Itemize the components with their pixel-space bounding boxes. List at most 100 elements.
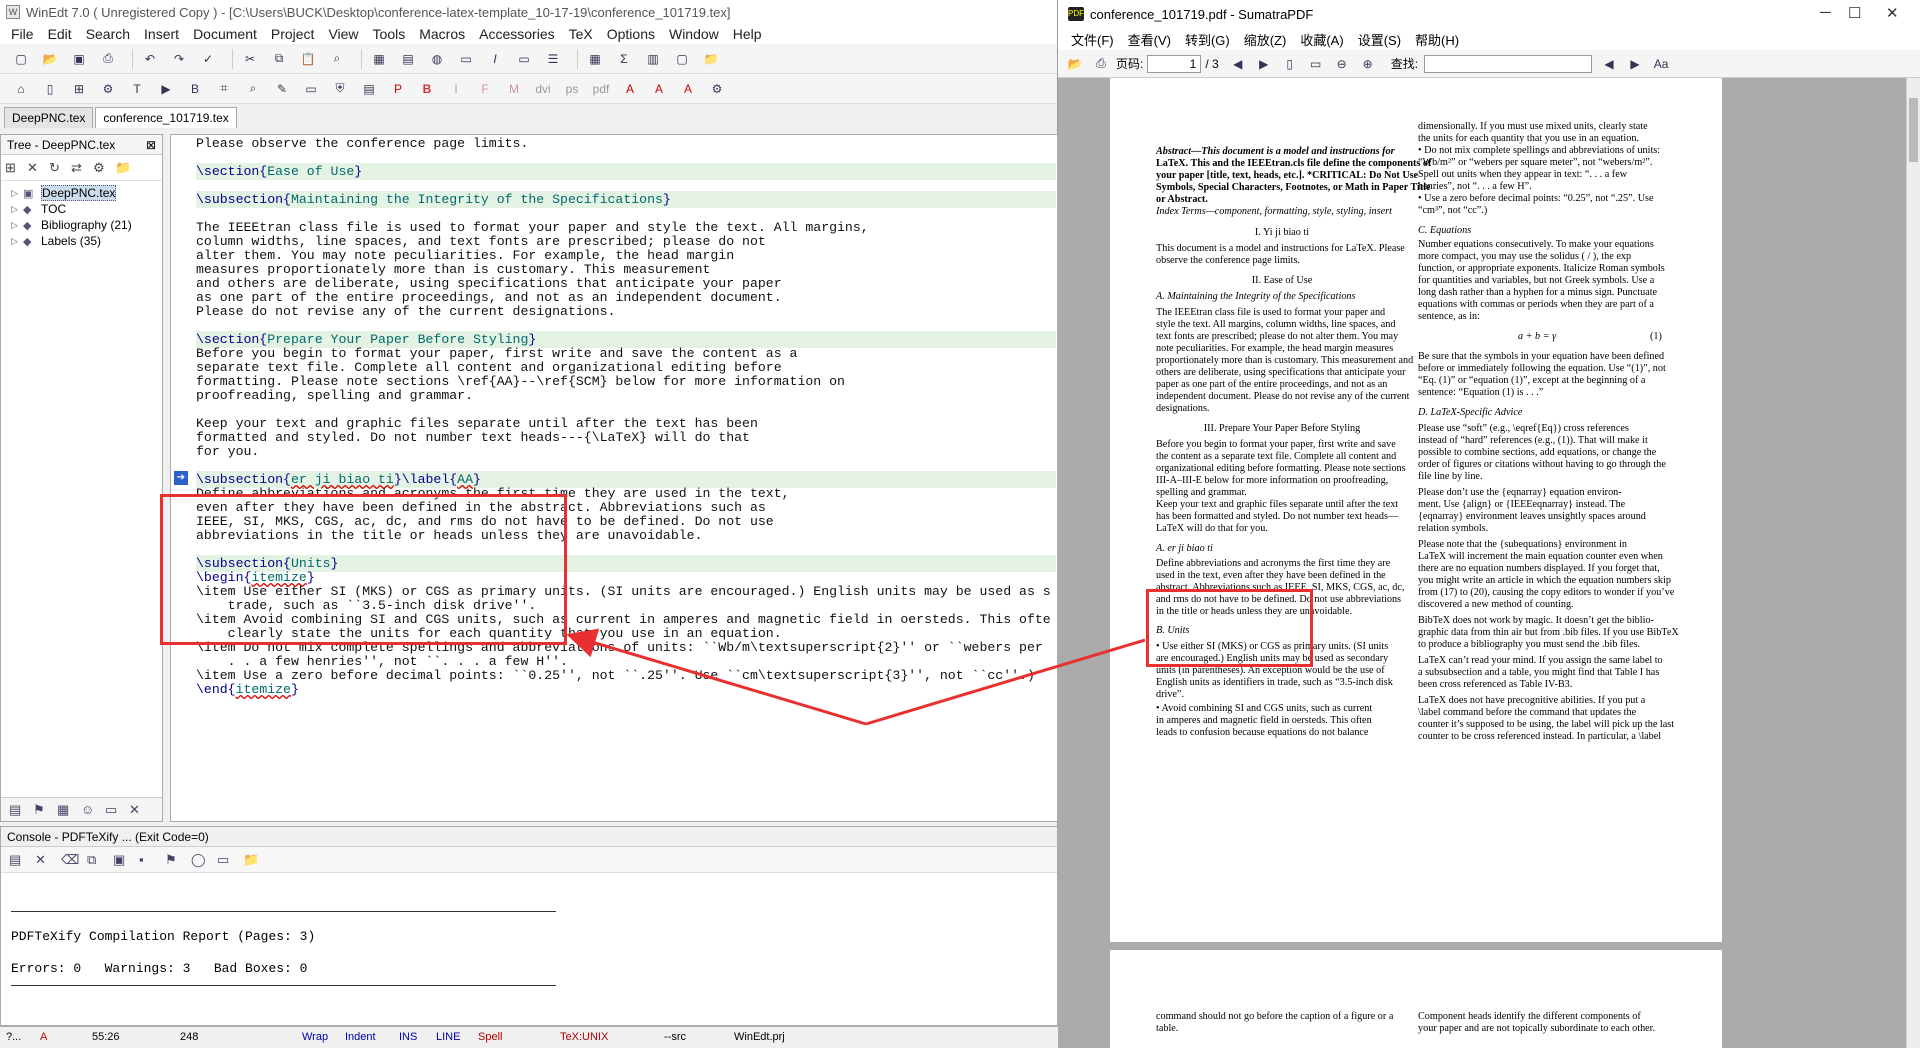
book-icon[interactable]: ▥	[642, 49, 664, 69]
monitor-icon[interactable]: ▭	[105, 802, 129, 818]
document-icon[interactable]: ▭	[455, 49, 477, 69]
tab-deeppnc[interactable]: DeepPNC.tex	[4, 107, 94, 128]
console-run-icon[interactable]: ⚑	[165, 852, 191, 868]
spellcheck-icon[interactable]: ✓	[197, 49, 219, 69]
italic2-icon[interactable]: I	[445, 79, 467, 99]
pdf-icon[interactable]: P	[387, 79, 409, 99]
menu-project[interactable]: Project	[264, 26, 322, 42]
maximize-icon[interactable]: ☐	[1848, 4, 1861, 22]
menu-zoom-cn[interactable]: 缩放(Z)	[1237, 30, 1294, 49]
table2-icon[interactable]: ▤	[358, 79, 380, 99]
next-page-icon[interactable]: ▶	[1253, 54, 1275, 74]
tree-icon[interactable]: ⊞	[68, 79, 90, 99]
status-ins[interactable]: INS	[399, 1031, 417, 1043]
menu-help-cn[interactable]: 帮助(H)	[1408, 30, 1466, 49]
menu-favorites-cn[interactable]: 收藏(A)	[1293, 30, 1350, 49]
font-icon[interactable]: F	[474, 79, 496, 99]
menu-settings-cn[interactable]: 设置(S)	[1351, 30, 1408, 49]
gear-icon[interactable]: ⚙	[97, 79, 119, 99]
image-icon[interactable]: ▦	[368, 49, 390, 69]
menu-search[interactable]: Search	[79, 26, 137, 42]
web-icon[interactable]: ◍	[426, 49, 448, 69]
menu-view[interactable]: View	[321, 26, 365, 42]
compile-icon[interactable]: ▶	[155, 79, 177, 99]
close-window-icon[interactable]: ✕	[1886, 4, 1899, 22]
tree-item-bibliography[interactable]: ▷ ◆ Bibliography (21)	[1, 217, 162, 233]
undo-icon[interactable]: ↶	[139, 49, 161, 69]
home-icon[interactable]: ⌂	[10, 79, 32, 99]
window-icon[interactable]: ▢	[671, 49, 693, 69]
minimize-icon[interactable]: ─	[1820, 4, 1831, 21]
tree-folder-icon[interactable]: 📁	[115, 160, 137, 176]
sum-icon[interactable]: Σ	[613, 49, 635, 69]
bold-icon[interactable]: B	[416, 79, 438, 99]
menu-macros[interactable]: Macros	[412, 26, 472, 42]
console-folder-icon[interactable]: 📁	[243, 852, 269, 868]
redo-icon[interactable]: ↷	[168, 49, 190, 69]
open-icon[interactable]: 📂	[1064, 54, 1086, 74]
zoom-out-icon[interactable]: ⊖	[1331, 54, 1353, 74]
vertical-scrollbar[interactable]	[1906, 78, 1920, 1048]
paste-icon[interactable]: 📋	[297, 49, 319, 69]
bib-icon[interactable]: B	[184, 79, 206, 99]
print-icon[interactable]: ⎙	[1090, 54, 1112, 74]
acrobat3-icon[interactable]: A	[677, 79, 699, 99]
folder-icon[interactable]: 📁	[700, 49, 722, 69]
save-icon[interactable]: ▣	[68, 49, 90, 69]
find-prev-icon[interactable]: ◀	[1598, 54, 1620, 74]
scrollbar-thumb[interactable]	[1909, 98, 1918, 162]
settings-icon[interactable]: ⚙	[706, 79, 728, 99]
menu-window[interactable]: Window	[662, 26, 726, 42]
run-icon[interactable]: ⚑	[33, 802, 57, 818]
acrobat2-icon[interactable]: A	[648, 79, 670, 99]
menu-edit[interactable]: Edit	[41, 26, 79, 42]
tree-expand-icon[interactable]: ⊞	[5, 160, 27, 176]
chevron-right-icon[interactable]: ▷	[11, 188, 23, 199]
menu-tex[interactable]: TeX	[562, 26, 600, 42]
menu-options[interactable]: Options	[600, 26, 662, 42]
open-folder-icon[interactable]: 📂	[39, 49, 61, 69]
pdf2-icon[interactable]: pdf	[590, 79, 612, 99]
menu-goto-cn[interactable]: 转到(G)	[1178, 30, 1237, 49]
chevron-right-icon[interactable]: ▷	[11, 220, 23, 231]
print-icon[interactable]: ⎙	[97, 49, 119, 69]
menu-insert[interactable]: Insert	[137, 26, 186, 42]
panel-icon[interactable]: ▤	[9, 802, 33, 818]
status-wrap[interactable]: Wrap	[302, 1031, 328, 1043]
tree-item-labels[interactable]: ▷ ◆ Labels (35)	[1, 233, 162, 249]
console-save-icon[interactable]: ▭	[217, 852, 243, 868]
tree-item-toc[interactable]: ▷ ◆ TOC	[1, 201, 162, 217]
console-copy-icon[interactable]: ⧉	[87, 852, 113, 868]
status-line[interactable]: LINE	[436, 1031, 460, 1043]
tree-options-icon[interactable]: ⚙	[93, 160, 115, 176]
menu-view-cn[interactable]: 查看(V)	[1121, 30, 1178, 49]
menu-help[interactable]: Help	[726, 26, 769, 42]
page-number-input[interactable]	[1147, 54, 1202, 73]
chevron-right-icon[interactable]: ▷	[11, 204, 23, 215]
new-file-icon[interactable]: ▢	[10, 49, 32, 69]
grid-icon[interactable]: ▦	[584, 49, 606, 69]
menu-tools[interactable]: Tools	[366, 26, 413, 42]
editor-pane[interactable]: Please observe the conference page limit…	[170, 134, 1058, 822]
tab-conference[interactable]: conference_101719.tex	[95, 107, 237, 128]
console-cmd-icon[interactable]: ▪	[139, 852, 165, 867]
project-icon[interactable]: ▦	[57, 802, 81, 818]
menu-document[interactable]: Document	[186, 26, 264, 42]
prev-page-icon[interactable]: ◀	[1227, 54, 1249, 74]
tex-icon[interactable]: T	[126, 79, 148, 99]
tree-close-icon[interactable]: ✕	[27, 160, 49, 176]
console-erase-icon[interactable]: ⌫	[61, 852, 87, 868]
italic-icon[interactable]: I	[484, 49, 506, 69]
console-terminal-icon[interactable]: ▣	[113, 852, 139, 868]
menu-accessories[interactable]: Accessories	[472, 26, 561, 42]
menu-file[interactable]: File	[4, 26, 41, 42]
ps-icon[interactable]: ps	[561, 79, 583, 99]
edit-icon[interactable]: ✎	[271, 79, 293, 99]
match-case-icon[interactable]: Aa	[1650, 54, 1672, 74]
close-icon[interactable]: ⊠	[146, 138, 156, 152]
close-panel-icon[interactable]: ✕	[129, 802, 153, 818]
find-icon[interactable]: ⌕	[326, 49, 348, 69]
copy-icon[interactable]: ⧉	[268, 49, 290, 69]
frame-icon[interactable]: ▭	[513, 49, 535, 69]
status-mode[interactable]: TeX:UNIX	[560, 1031, 608, 1043]
